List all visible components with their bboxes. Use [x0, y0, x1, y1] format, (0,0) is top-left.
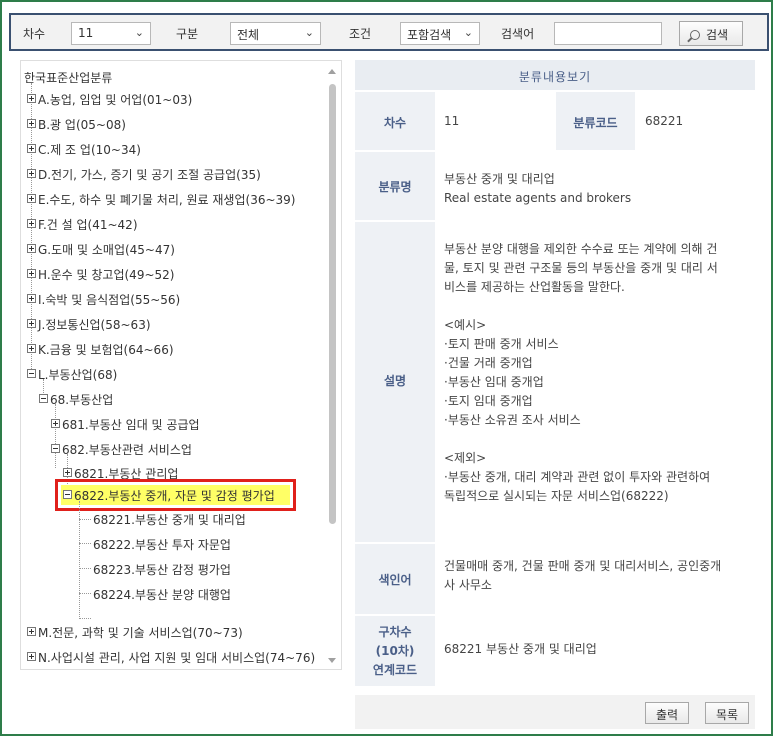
tree-node[interactable]: C.제 조 업(10~34): [27, 141, 141, 158]
expand-icon[interactable]: [27, 319, 36, 328]
scroll-thumb[interactable]: [329, 84, 336, 524]
expand-icon[interactable]: [27, 344, 36, 353]
expand-icon[interactable]: [27, 94, 36, 103]
condition-select[interactable]: 포함검색 ⌄: [400, 22, 480, 45]
detail-title: 분류내용보기: [355, 60, 755, 90]
expand-icon[interactable]: [27, 627, 36, 636]
collapse-icon[interactable]: [27, 369, 36, 378]
tree-node[interactable]: D.전기, 가스, 증기 및 공기 조절 공급업(35): [27, 166, 261, 183]
chasu-label: 차수: [23, 27, 46, 41]
tree-node-expanded[interactable]: 68.부동산업: [39, 391, 113, 408]
search-icon: [690, 30, 700, 40]
name-ko: 부동산 중개 및 대리업: [444, 172, 555, 186]
tree-root[interactable]: 한국표준산업분류: [24, 69, 112, 86]
classification-tree: 한국표준산업분류 A.농업, 임업 및 어업(01~03) B.광 업(05~0…: [20, 60, 342, 670]
tree-leaf[interactable]: 68224.부동산 분양 대행업: [93, 586, 231, 603]
expand-icon[interactable]: [27, 169, 36, 178]
tree-node[interactable]: B.광 업(05~08): [27, 116, 126, 133]
collapse-icon[interactable]: [39, 394, 48, 403]
condition-value: 포함검색: [407, 28, 452, 42]
tree-leaf[interactable]: 68222.부동산 투자 자문업: [93, 536, 231, 553]
search-button[interactable]: 검색: [679, 21, 743, 46]
tree-node[interactable]: H.운수 및 창고업(49~52): [27, 266, 174, 283]
name-en: Real estate agents and brokers: [444, 191, 632, 205]
index-terms: 건물매매 중개, 건물 판매 중개 및 대리서비스, 공인중개 사 사무소: [444, 559, 722, 592]
tree-node[interactable]: A.농업, 임업 및 어업(01~03): [27, 91, 192, 108]
collapse-icon[interactable]: [51, 444, 60, 453]
tree-node-expanded[interactable]: L.부동산업(68): [27, 366, 117, 383]
expand-icon[interactable]: [63, 468, 72, 477]
print-button[interactable]: 출력: [645, 702, 689, 724]
gubun-select[interactable]: 전체 ⌄: [230, 22, 321, 45]
list-button[interactable]: 목록: [705, 702, 749, 724]
index-label: 색인어: [355, 544, 435, 614]
collapse-icon[interactable]: [63, 490, 72, 499]
tree-node-expanded[interactable]: 682.부동산관련 서비스업: [51, 441, 192, 458]
tree-node[interactable]: J.정보통신업(58~63): [27, 316, 151, 333]
keyword-input[interactable]: [554, 22, 662, 45]
oldcode-label: 구차수 (10차) 연계코드: [355, 616, 435, 686]
keyword-label: 검색어: [501, 27, 535, 41]
detail-footer: 출력 목록: [355, 695, 755, 729]
chevron-down-icon: ⌄: [134, 26, 144, 39]
expand-icon[interactable]: [27, 269, 36, 278]
tree-node[interactable]: M.전문, 과학 및 기술 서비스업(70~73): [27, 624, 243, 641]
tree-node[interactable]: K.금융 및 보험업(64~66): [27, 341, 174, 358]
tree-node[interactable]: 681.부동산 임대 및 공급업: [51, 416, 200, 433]
chasu-value: 11: [444, 114, 460, 128]
chasu-select[interactable]: 11 ⌄: [71, 22, 151, 45]
desc-label: 설명: [355, 222, 435, 542]
search-bar: 차수 11 ⌄ 구분 전체 ⌄ 조건 포함검색 ⌄ 검색어 검색: [9, 13, 769, 51]
search-button-label: 검색: [706, 28, 729, 42]
scroll-down-icon[interactable]: [328, 658, 336, 663]
tree-node-selected[interactable]: 6822.부동산 중개, 자문 및 감정 평가업: [63, 487, 275, 504]
tree-node[interactable]: N.사업시설 관리, 사업 지원 및 임대 서비스업(74~76): [27, 649, 315, 666]
expand-icon[interactable]: [27, 294, 36, 303]
tree-node[interactable]: I.숙박 및 음식점업(55~56): [27, 291, 180, 308]
condition-label: 조건: [349, 27, 372, 41]
expand-icon[interactable]: [27, 244, 36, 253]
tree-scrollbar[interactable]: [326, 61, 340, 669]
expand-icon[interactable]: [27, 194, 36, 203]
gubun-value: 전체: [237, 28, 260, 42]
chasu-value: 11: [78, 26, 94, 40]
oldcode-value: 68221 부동산 중개 및 대리업: [444, 642, 597, 656]
chevron-down-icon: ⌄: [304, 26, 314, 39]
tree-node[interactable]: F.건 설 업(41~42): [27, 216, 138, 233]
code-label: 분류코드: [556, 92, 635, 150]
code-value: 68221: [645, 114, 684, 128]
tree-leaf[interactable]: 68223.부동산 감정 평가업: [93, 561, 231, 578]
tree-leaf[interactable]: 68221.부동산 중개 및 대리업: [93, 511, 246, 528]
description: 부동산 분양 대행을 제외한 수수료 또는 계약에 의해 건 물, 토지 및 관…: [444, 242, 718, 503]
tree-node[interactable]: G.도매 및 소매업(45~47): [27, 241, 175, 258]
expand-icon[interactable]: [27, 144, 36, 153]
scroll-up-icon[interactable]: [328, 69, 336, 74]
chevron-down-icon: ⌄: [463, 26, 473, 39]
expand-icon[interactable]: [51, 419, 60, 428]
expand-icon[interactable]: [27, 219, 36, 228]
tree-node[interactable]: E.수도, 하수 및 폐기물 처리, 원료 재생업(36~39): [27, 191, 295, 208]
expand-icon[interactable]: [27, 119, 36, 128]
window-frame: 차수 11 ⌄ 구분 전체 ⌄ 조건 포함검색 ⌄ 검색어 검색 한국표준산업분…: [0, 0, 773, 736]
detail-panel: 분류내용보기 차수 11 분류코드 68221 분류명 부동산 중개 및 대리업…: [355, 60, 755, 729]
expand-icon[interactable]: [27, 652, 36, 661]
gubun-label: 구분: [176, 27, 199, 41]
name-label: 분류명: [355, 152, 435, 220]
chasu-label: 차수: [355, 92, 435, 150]
